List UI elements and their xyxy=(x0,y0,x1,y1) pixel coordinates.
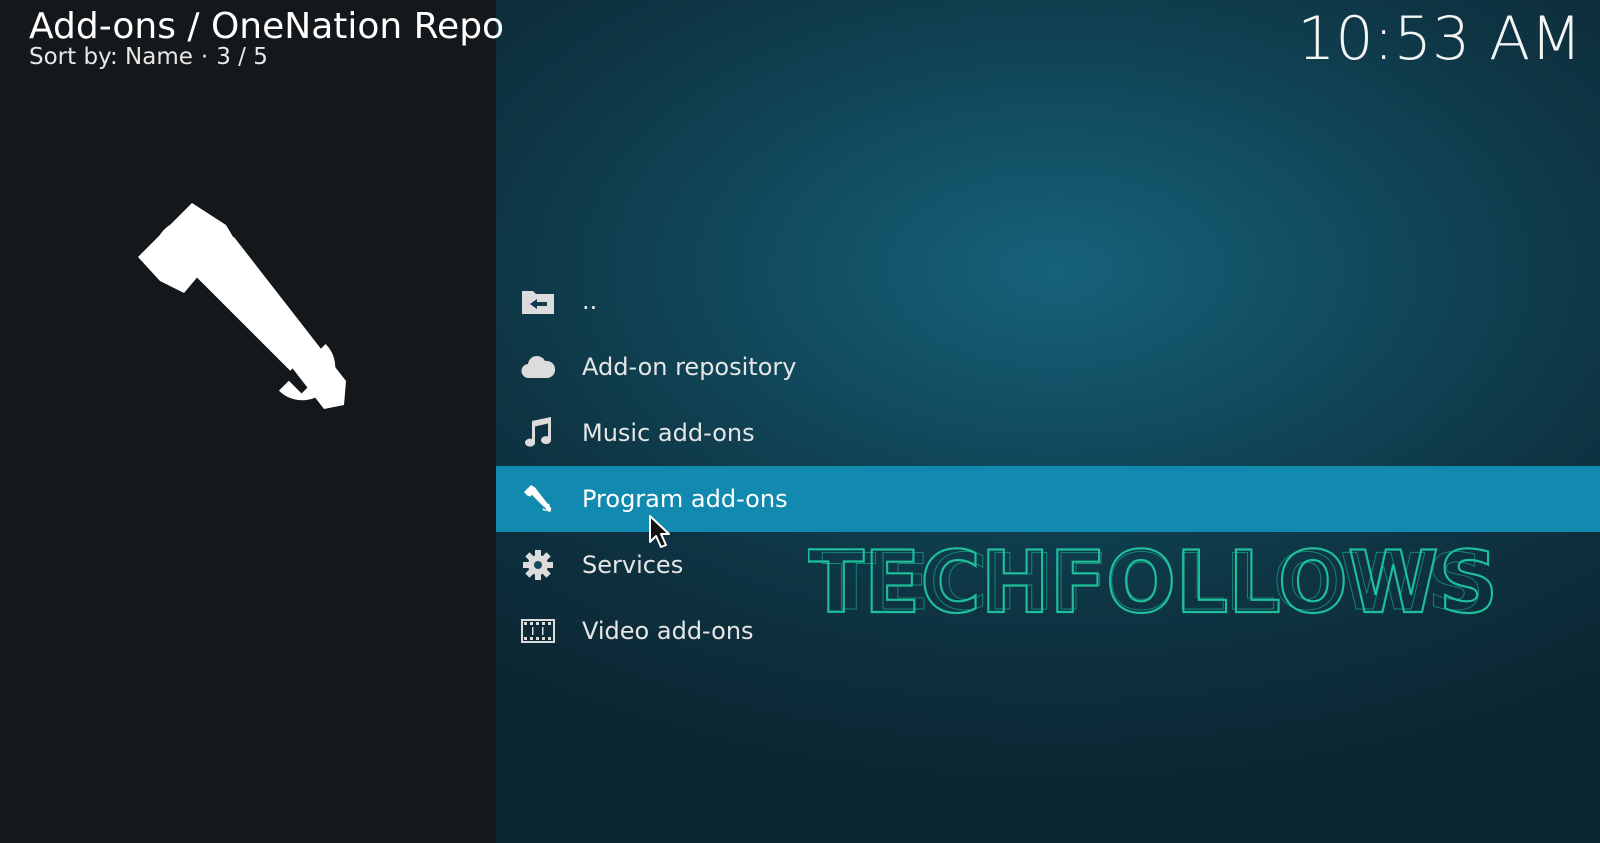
techfollows-watermark: TECHFOLLOWS TECHFOLLOWS xyxy=(808,540,1499,622)
list-item-label: Music add-ons xyxy=(582,419,755,447)
list-item-label: Services xyxy=(582,551,684,579)
gear-icon xyxy=(521,548,555,582)
watermark-text-inner: TECHFOLLOWS xyxy=(822,540,1484,622)
sort-info: Sort by: Name · 3 / 5 xyxy=(29,44,268,70)
list-item-addon-repository[interactable]: Add-on repository xyxy=(496,334,1600,400)
list-item-parent[interactable]: .. xyxy=(496,268,1600,334)
sort-label[interactable]: Sort by: Name xyxy=(29,44,193,70)
tools-icon xyxy=(521,482,555,516)
list-item-label: Add-on repository xyxy=(582,353,797,381)
hammer-wrench-icon xyxy=(138,203,346,409)
separator: · xyxy=(200,44,209,70)
cloud-icon xyxy=(521,350,555,384)
kodi-window: Add-ons / OneNation Repo Sort by: Name · 3… xyxy=(0,0,1600,843)
folder-back-icon xyxy=(521,284,555,318)
mouse-cursor-icon xyxy=(649,515,670,548)
page-title: Add-ons / OneNation Repo xyxy=(29,6,505,47)
list-item-label: .. xyxy=(582,287,598,315)
item-position: 3 / 5 xyxy=(216,44,268,70)
film-strip-icon xyxy=(521,614,555,648)
clock: 10:53 AM xyxy=(1297,4,1582,74)
music-note-icon xyxy=(521,416,555,450)
list-item-label: Video add-ons xyxy=(582,617,754,645)
list-item-music-addons[interactable]: Music add-ons xyxy=(496,400,1600,466)
list-item-label: Program add-ons xyxy=(582,485,788,513)
